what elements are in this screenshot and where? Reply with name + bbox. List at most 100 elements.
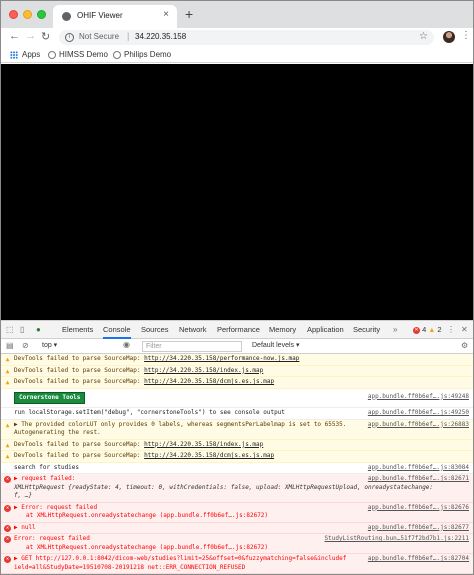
log-levels-dropdown[interactable]: Default levels ▾	[252, 341, 299, 349]
address-bar[interactable]: i Not Secure | 34.220.35.158 ☆	[59, 30, 434, 45]
source-link[interactable]: StudyListRouting.bun…51f7f2bd7b1.js:2211	[320, 535, 469, 544]
close-devtools-icon[interactable]: ✕	[461, 325, 468, 334]
security-label[interactable]: Not Secure	[79, 32, 119, 41]
tab-strip: OHIF Viewer × +	[1, 1, 473, 28]
console-message: ▲ DevTools failed to parse SourceMap: ht…	[1, 365, 473, 377]
warning-icon: ▲	[5, 453, 10, 460]
bookmark-philips-demo[interactable]: Philips Demo	[124, 50, 171, 59]
warning-icon: ▲	[5, 367, 10, 375]
console-message: Cornerstone Tools app.bundle.ff0b6ef….js…	[1, 389, 473, 408]
source-link[interactable]: app.bundle.ff0b6ef….js:82671	[363, 475, 469, 484]
message-link[interactable]: http://34.220.35.158/index.js.map	[144, 441, 263, 448]
tab-memory[interactable]: Memory	[269, 325, 296, 334]
close-window-button[interactable]	[9, 10, 18, 19]
maximize-window-button[interactable]	[37, 10, 46, 19]
console-output[interactable]: ▲ DevTools failed to parse SourceMap: ht…	[1, 354, 473, 574]
message-text[interactable]: ▶ null	[14, 524, 36, 531]
console-message: ▲ DevTools failed to parse SourceMap: ht…	[1, 354, 473, 366]
message-link[interactable]: http://34.220.35.158/dcmjs.es.js.map	[144, 452, 274, 459]
warning-count: 2	[437, 325, 442, 334]
back-arrow-icon[interactable]: ←	[9, 30, 20, 42]
page-viewport[interactable]	[1, 64, 473, 320]
globe-icon	[48, 51, 56, 59]
source-link[interactable]: app.bundle.ff0b6ef….js:82676	[363, 503, 469, 512]
message-text: Autogenerating the rest.	[14, 429, 101, 436]
issue-counter[interactable]: ✕ 4 ▲ 2	[413, 325, 442, 334]
cornerstone-badge: Cornerstone Tools	[14, 391, 86, 404]
url-separator: |	[127, 31, 130, 41]
tab-close-icon[interactable]: ×	[163, 9, 169, 20]
browser-toolbar: ← → ↻ i Not Secure | 34.220.35.158 ☆ ⋮	[1, 28, 473, 47]
inspect-icon[interactable]: ⬚	[6, 325, 14, 334]
message-link[interactable]: http://34.220.35.158/index.js.map	[144, 367, 263, 374]
warning-icon: ▲	[428, 327, 436, 334]
console-message: ✕ Error: request failed at XMLHttpReques…	[1, 534, 473, 554]
console-message: run localStorage.setItem("debug", "corne…	[1, 408, 473, 420]
reload-icon[interactable]: ↻	[41, 30, 50, 43]
console-message: search for studies app.bundle.ff0b6ef….j…	[1, 463, 473, 474]
devtools-tabbar: ⬚ ▯ ● Elements Console Sources Network P…	[1, 321, 473, 339]
new-tab-button[interactable]: +	[185, 6, 193, 22]
warning-icon: ▲	[5, 379, 10, 386]
console-toolbar: ▤ ⊘ top ▾ ◉ Filter Default levels ▾ ⚙	[1, 339, 473, 354]
eye-icon[interactable]: ◉	[123, 340, 130, 349]
browser-tab[interactable]: OHIF Viewer ×	[53, 5, 177, 28]
console-message: ▲ DevTools failed to parse SourceMap: ht…	[1, 451, 473, 463]
warning-icon: ▲	[5, 356, 10, 363]
message-link[interactable]: http://34.220.35.158/performance-now.js.…	[144, 355, 299, 362]
bookmarks-bar: Apps HIMSS Demo Philips Demo	[1, 47, 473, 63]
tab-sources[interactable]: Sources	[141, 325, 169, 334]
profile-avatar[interactable]	[443, 31, 455, 43]
message-object: f, …}	[14, 492, 33, 499]
bookmark-himss-demo[interactable]: HIMSS Demo	[59, 50, 108, 59]
sidebar-toggle-icon[interactable]: ▤	[6, 341, 14, 350]
url-text[interactable]: 34.220.35.158	[135, 32, 186, 41]
tab-security[interactable]: Security	[353, 325, 380, 334]
extension-icon[interactable]: ●	[36, 325, 41, 334]
stack-frame[interactable]: at XMLHttpRequest.onreadystatechange (ap…	[14, 544, 469, 553]
error-icon: ✕	[4, 524, 11, 532]
console-message: ✕ ▶ request failed: XMLHttpRequest {read…	[1, 474, 473, 503]
message-text: DevTools failed to parse SourceMap:	[14, 366, 141, 374]
console-settings-icon[interactable]: ⚙	[461, 341, 468, 350]
source-link[interactable]: app.bundle.ff0b6ef….js:49250	[364, 409, 469, 418]
error-icon: ✕	[4, 556, 11, 563]
message-text: run localStorage.setItem("debug", "corne…	[14, 409, 285, 416]
apps-grid-icon[interactable]	[10, 51, 18, 59]
message-text: search for studies	[14, 463, 80, 471]
tab-performance[interactable]: Performance	[217, 325, 260, 334]
error-icon: ✕	[413, 326, 420, 334]
error-icon: ✕	[4, 536, 11, 543]
more-tabs-icon[interactable]: »	[393, 325, 397, 334]
tab-title: OHIF Viewer	[77, 11, 123, 20]
bookmark-star-icon[interactable]: ☆	[419, 31, 428, 42]
tab-console[interactable]: Console	[103, 325, 131, 339]
source-link[interactable]: app.bundle.ff0b6ef….js:26883	[363, 420, 469, 429]
console-message: ▲ DevTools failed to parse SourceMap: ht…	[1, 377, 473, 389]
source-link[interactable]: app.bundle.ff0b6ef….js:82704	[363, 555, 469, 564]
console-message: ✕ ▶ GET http://127.0.0.1:8042/dicom-web/…	[1, 554, 473, 574]
clear-console-icon[interactable]: ⊘	[22, 341, 29, 350]
source-link[interactable]: app.bundle.ff0b6ef….js:83084	[364, 464, 469, 473]
tab-application[interactable]: Application	[307, 325, 344, 334]
bookmark-apps[interactable]: Apps	[22, 50, 40, 59]
source-link[interactable]: app.bundle.ff0b6ef….js:49248	[364, 393, 469, 402]
context-select[interactable]: top ▾	[42, 341, 112, 352]
minimize-window-button[interactable]	[23, 10, 32, 19]
device-toggle-icon[interactable]: ▯	[20, 325, 24, 334]
tab-elements[interactable]: Elements	[62, 325, 93, 334]
tab-network[interactable]: Network	[179, 325, 207, 334]
forward-arrow-icon[interactable]: →	[25, 30, 36, 42]
devtools-menu-icon[interactable]: ⋮	[447, 325, 455, 334]
message-object[interactable]: XMLHttpRequest {readyState: 4, timeout: …	[14, 484, 469, 493]
message-link[interactable]: http://34.220.35.158/dcmjs.es.js.map	[144, 378, 274, 385]
message-text: DevTools failed to parse SourceMap:	[14, 355, 141, 362]
stack-frame[interactable]: at XMLHttpRequest.onreadystatechange (ap…	[14, 512, 469, 521]
globe-icon	[113, 51, 121, 59]
favicon-icon	[62, 12, 71, 21]
menu-icon[interactable]: ⋮	[461, 30, 471, 41]
info-icon[interactable]: i	[65, 33, 74, 42]
filter-input[interactable]: Filter	[142, 341, 242, 352]
source-link[interactable]: app.bundle.ff0b6ef….js:82677	[363, 523, 469, 532]
error-code: net::ERR_CONNECTION_REFUSED	[147, 563, 246, 571]
